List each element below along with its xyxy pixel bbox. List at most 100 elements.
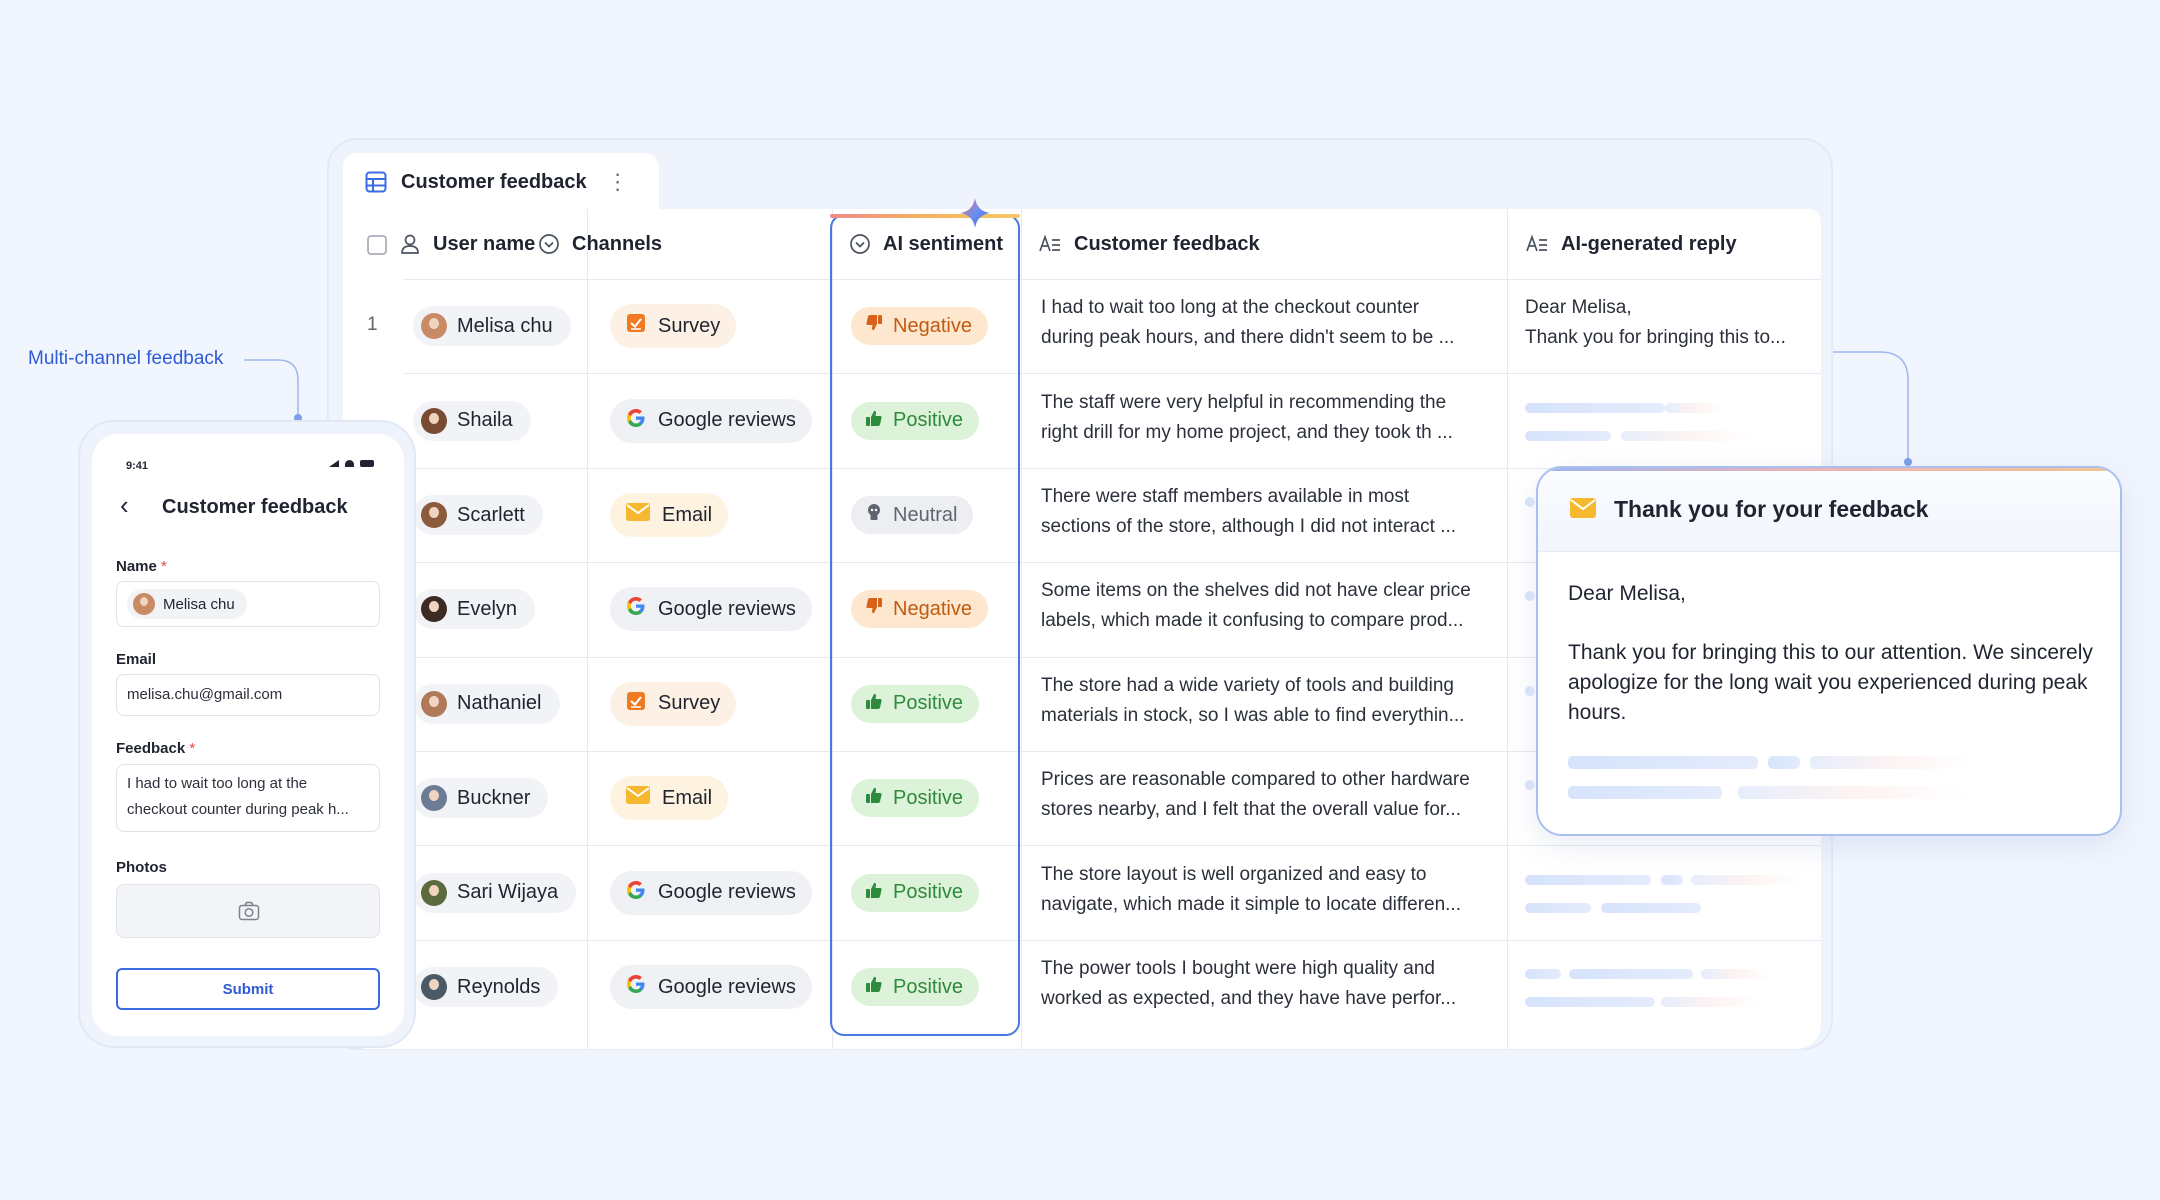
- column-label: Channels: [572, 232, 663, 255]
- avatar: [421, 313, 447, 340]
- user-name-pill[interactable]: Melisa chu: [413, 306, 571, 347]
- loading-shimmer: [1525, 430, 1611, 441]
- loading-shimmer: [1701, 969, 1771, 979]
- email-icon: [626, 786, 650, 810]
- channel-pill[interactable]: Email: [610, 493, 729, 537]
- channel-cell: Email: [610, 776, 729, 821]
- photos-label: Photos: [116, 859, 167, 876]
- loading-shimmer: [1768, 756, 1800, 769]
- feedback-line: Some items on the shelves did not have c…: [1041, 580, 1471, 602]
- channel-pill[interactable]: Google reviews: [610, 398, 812, 443]
- feedback-line: There were staff members available in mo…: [1041, 486, 1410, 507]
- back-chevron-icon[interactable]: ‹: [120, 490, 129, 521]
- user-name-pill[interactable]: Shaila: [413, 400, 531, 441]
- name-label: Name *: [116, 558, 167, 575]
- google-icon: [626, 408, 646, 434]
- battery-icon: [360, 460, 374, 467]
- google-icon: [626, 974, 646, 1000]
- avatar: [133, 593, 155, 615]
- submit-button[interactable]: Submit: [116, 968, 380, 1010]
- chevron-circle-icon: [539, 234, 559, 254]
- feedback-line: Prices are reasonable compared to other …: [1041, 769, 1470, 791]
- kebab-menu-icon[interactable]: ⋮: [607, 171, 629, 193]
- channel-cell: Google reviews: [610, 587, 812, 632]
- user-name: Scarlett: [457, 503, 525, 526]
- select-all-checkbox[interactable]: [367, 235, 387, 255]
- feedback-line: The store layout is well organized and e…: [1041, 863, 1427, 885]
- feedback-line: labels, which made it confusing to compa…: [1041, 610, 1464, 632]
- channel-pill[interactable]: Google reviews: [610, 870, 812, 915]
- user-name-pill[interactable]: Buckner: [413, 778, 549, 819]
- channel-pill[interactable]: Email: [610, 776, 729, 821]
- email-reply-card: Thank you for your feedback Dear Melisa,…: [1536, 466, 2122, 836]
- channel-pill[interactable]: Survey: [610, 304, 737, 349]
- feedback-line: right drill for my home project, and the…: [1041, 421, 1453, 443]
- ai-sparkle-icon: [960, 198, 990, 228]
- user-name-pill[interactable]: Scarlett: [413, 495, 543, 535]
- tab-title: Customer feedback: [401, 170, 587, 193]
- loading-shimmer: [1525, 902, 1591, 913]
- user-name: Shaila: [457, 409, 513, 432]
- loading-shimmer: [1525, 591, 1535, 602]
- reply-line: Thank you for bringing this to...: [1525, 327, 1786, 349]
- user-name-pill[interactable]: Nathaniel: [413, 683, 560, 724]
- avatar: [421, 879, 447, 906]
- loading-shimmer: [1525, 997, 1655, 1007]
- channel-cell: Google reviews: [610, 965, 812, 1009]
- user-name-pill[interactable]: Evelyn: [413, 589, 536, 630]
- email-body: Thank you for bringing this to our atten…: [1568, 641, 2093, 724]
- column-header-user-name[interactable]: User name: [399, 209, 535, 279]
- channel-pill[interactable]: Google reviews: [610, 587, 812, 632]
- loading-shimmer: [1665, 402, 1725, 413]
- column-header-customer-feedback[interactable]: Customer feedback: [1038, 209, 1260, 279]
- row-divider: [403, 279, 1821, 280]
- user-name-cell: Evelyn: [413, 589, 536, 630]
- feedback-label: Feedback *: [116, 740, 195, 757]
- name-field[interactable]: Melisa chu: [116, 581, 380, 627]
- user-name-cell: Buckner: [413, 778, 549, 819]
- phone-form-title: Customer feedback: [162, 496, 348, 518]
- name-chip: Melisa chu: [127, 589, 247, 619]
- channel-label: Google reviews: [658, 597, 796, 620]
- email-label: Email: [116, 651, 157, 668]
- avatar: [421, 502, 447, 528]
- user-name-cell: Nathaniel: [413, 683, 560, 724]
- user-name: Melisa chu: [457, 314, 553, 337]
- channel-label: Email: [662, 786, 713, 809]
- column-label: User name: [433, 232, 536, 255]
- row-number: 1: [367, 314, 378, 336]
- column-header-channels[interactable]: Channels: [538, 209, 662, 279]
- row-divider: [403, 373, 1821, 375]
- user-name-cell: Reynolds: [413, 967, 559, 1007]
- user-name-pill[interactable]: Sari Wijaya: [413, 872, 577, 913]
- channel-cell: Survey: [610, 681, 737, 726]
- channel-cell: Google reviews: [610, 870, 812, 915]
- tab-customer-feedback[interactable]: Customer feedback ⋮: [343, 153, 659, 211]
- feedback-field[interactable]: I had to wait too long at the checkout c…: [116, 764, 380, 832]
- feedback-line: sections of the store, although I did no…: [1041, 516, 1457, 537]
- loading-shimmer: [1810, 756, 1970, 769]
- text-lines-icon: [1039, 234, 1060, 252]
- photo-upload[interactable]: [116, 884, 380, 938]
- channel-label: Google reviews: [658, 975, 796, 998]
- table-grid-icon: [365, 171, 387, 193]
- required-mark: *: [189, 740, 196, 757]
- channel-pill[interactable]: Google reviews: [610, 965, 812, 1009]
- channel-pill[interactable]: Survey: [610, 681, 737, 726]
- user-name: Buckner: [457, 786, 531, 809]
- row-divider: [403, 939, 1821, 941]
- channel-label: Survey: [658, 692, 721, 715]
- column-header-ai-reply[interactable]: AI-generated reply: [1525, 209, 1737, 279]
- required-mark: *: [161, 558, 167, 575]
- feedback-line: The power tools I bought were high quali…: [1041, 958, 1435, 979]
- survey-icon: [626, 313, 646, 339]
- channel-cell: Google reviews: [610, 398, 812, 443]
- email-icon: [626, 503, 650, 527]
- name-label-text: Name: [116, 558, 157, 575]
- avatar: [421, 785, 447, 812]
- phone-screen: 9:41 ‹ Customer feedback Name * Melisa c…: [92, 434, 404, 1036]
- loading-shimmer: [1568, 756, 1758, 769]
- email-field[interactable]: melisa.chu@gmail.com: [116, 674, 380, 716]
- loading-shimmer: [1661, 997, 1761, 1007]
- user-name-pill[interactable]: Reynolds: [413, 967, 559, 1007]
